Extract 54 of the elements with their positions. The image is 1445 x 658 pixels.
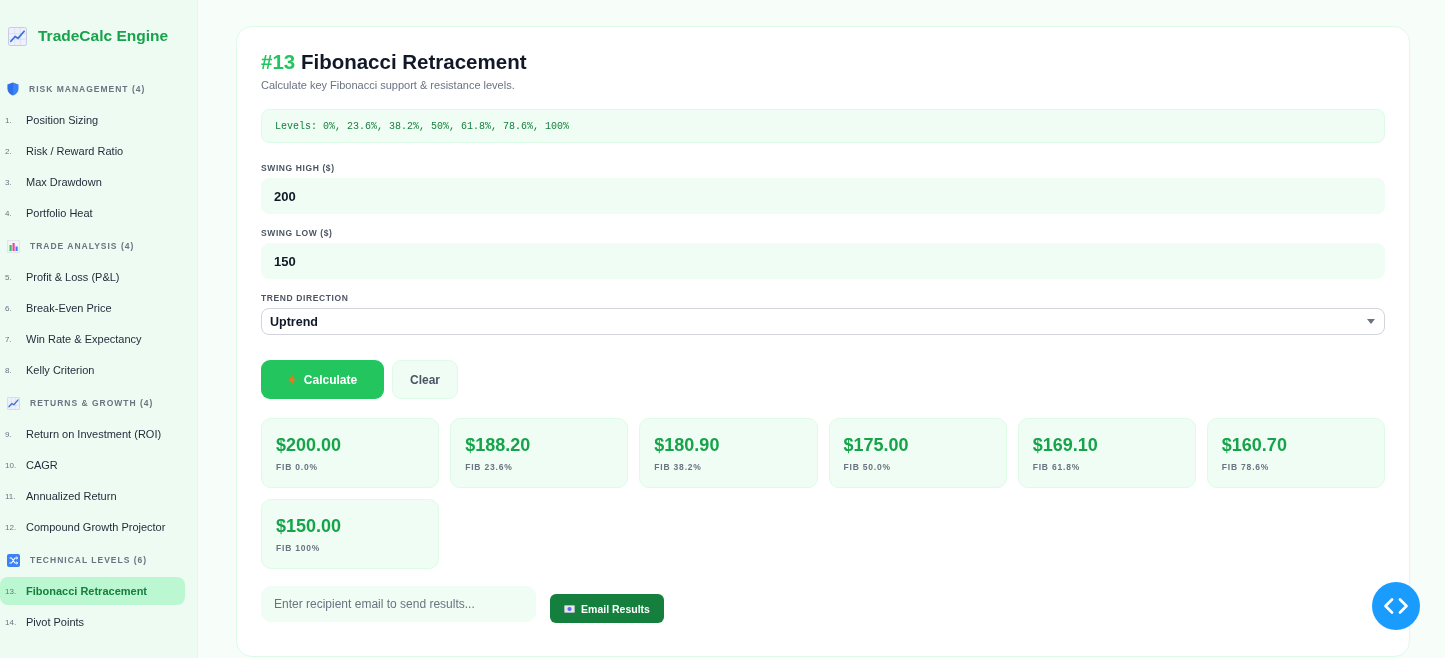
sidebar-item[interactable]: 4. Portfolio Heat <box>0 199 185 227</box>
sidebar-item[interactable]: 14. Pivot Points <box>0 608 185 636</box>
sidebar-item[interactable]: 2. Risk / Reward Ratio <box>0 137 185 165</box>
dropdown[interactable]: Uptrend <box>261 308 1385 335</box>
result-value: $160.70 <box>1221 434 1287 456</box>
section-heading: TRADE ANALYSIS (4) <box>30 241 135 251</box>
sidebar-item[interactable]: 5. Profit & Loss (P&L) <box>0 263 185 291</box>
result-label: FIB 61.8% <box>1032 462 1080 472</box>
page-title: #13 Fibonacci Retracement <box>261 50 528 74</box>
result-value: $200.00 <box>276 434 342 456</box>
clear-button[interactable]: Clear <box>392 360 458 399</box>
result-label: FIB 100% <box>276 543 321 553</box>
caret-icon <box>1367 319 1375 324</box>
lightning-icon <box>287 373 296 386</box>
info-box: Levels: 0%, 23.6%, 38.2%, 50%, 61.8%, 78.6%, 100% <box>261 109 1385 143</box>
line-chart-icon <box>7 396 20 410</box>
result-value: $180.90 <box>654 434 720 456</box>
code-icon <box>1384 598 1408 614</box>
line-chart-icon <box>8 26 27 46</box>
result-label: FIB 78.6% <box>1221 462 1270 472</box>
sidebar-item[interactable]: 11. Annualized Return <box>0 482 185 510</box>
section-heading: RISK MANAGEMENT (4) <box>29 84 146 94</box>
result-label: FIB 0.0% <box>276 462 318 472</box>
result-value: $175.00 <box>843 434 909 456</box>
shuffle-icon <box>7 553 20 567</box>
result-label: FIB 50.0% <box>843 462 891 472</box>
section-heading: TECHNICAL LEVELS (6) <box>30 555 148 565</box>
result-label: FIB 23.6% <box>465 462 513 472</box>
sidebar-item[interactable]: 1. Position Sizing <box>0 106 185 134</box>
number-input[interactable]: 200 <box>261 178 1385 214</box>
bar-chart-icon <box>7 239 20 253</box>
field-label: SWING HIGH ($) <box>261 163 335 173</box>
sidebar-item[interactable]: 3. Max Drawdown <box>0 168 185 196</box>
page-description: Calculate key Fibonacci support & resistance levels. <box>261 78 516 92</box>
email-button[interactable]: Email Results <box>550 594 664 623</box>
result-value: $150.00 <box>276 515 342 537</box>
result-label: FIB 38.2% <box>654 462 702 472</box>
email-input[interactable]: Enter recipient email to send results... <box>261 586 536 622</box>
sidebar-item[interactable]: 8. Kelly Criterion <box>0 356 185 384</box>
sidebar-item[interactable]: 10. CAGR <box>0 451 185 479</box>
envelope-icon <box>564 604 576 613</box>
result-value: $169.10 <box>1032 434 1098 456</box>
sidebar-item[interactable]: 12. Compound Growth Projector <box>0 513 185 541</box>
section-heading: RETURNS & GROWTH (4) <box>30 398 154 408</box>
field-label: TREND DIRECTION <box>261 293 349 303</box>
sidebar-item[interactable]: 7. Win Rate & Expectancy <box>0 325 185 353</box>
number-input[interactable]: 150 <box>261 243 1385 279</box>
result-value: $188.20 <box>465 434 531 456</box>
sidebar-item[interactable]: 13. Fibonacci Retracement <box>0 577 185 605</box>
shield-icon <box>7 82 19 96</box>
app-title: TradeCalc Engine <box>38 27 169 45</box>
field-label: SWING LOW ($) <box>261 228 333 238</box>
sidebar-item[interactable]: 6. Break-Even Price <box>0 294 185 322</box>
sidebar-item[interactable]: 9. Return on Investment (ROI) <box>0 420 185 448</box>
